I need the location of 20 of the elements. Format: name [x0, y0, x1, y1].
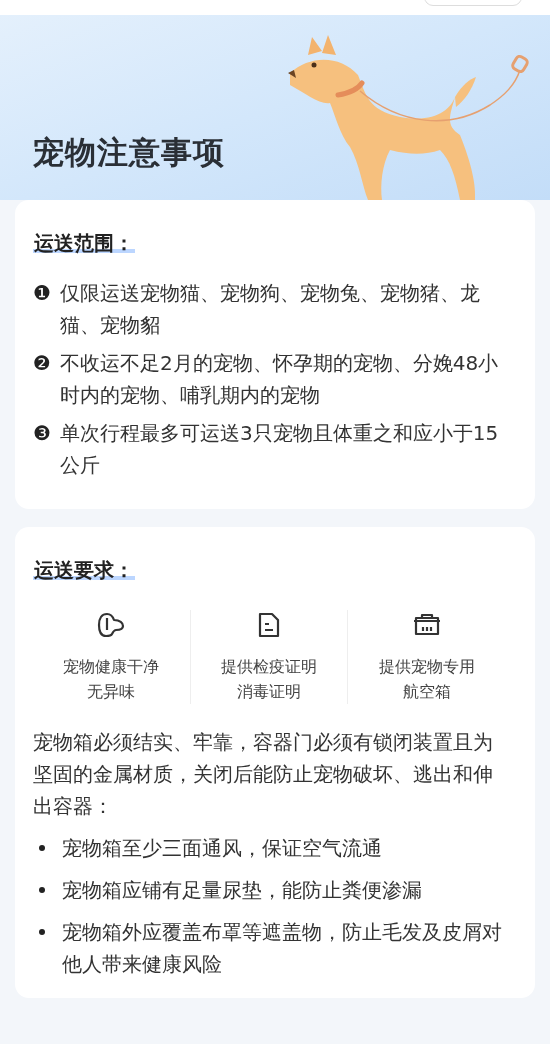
bullet-text: 宠物箱至少三面通风，保证空气流通 — [62, 835, 382, 862]
feature-label: 提供检疫证明消毒证明 — [220, 656, 318, 703]
section-title: 运送范围： — [33, 230, 135, 257]
bullet-icon — [39, 887, 45, 893]
rule-text: 单次行程最多可运送3只宠物且体重之和应小于15公斤 — [59, 420, 500, 479]
bullet-text: 宠物箱应铺有足量尿垫，能防止粪便渗漏 — [62, 877, 422, 904]
number-marker: ❶ — [33, 280, 51, 307]
rule-text: 不收运不足2月的宠物、怀孕期的宠物、分娩48小时内的宠物、哺乳期内的宠物 — [59, 350, 500, 409]
bullet-icon — [39, 929, 45, 935]
feature-label: 提供宠物专用航空箱 — [377, 656, 476, 703]
page-title: 宠物注意事项 — [33, 133, 225, 172]
section-title: 运送要求： — [33, 557, 135, 584]
bullet-text: 宠物箱外应覆盖布罩等遮盖物，防止毛发及皮屑对他人带来健康风险 — [62, 919, 503, 978]
rule-text: 仅限运送宠物猫、宠物狗、宠物兔、宠物猪、龙猫、宠物貂 — [59, 280, 481, 339]
bullet-icon — [39, 845, 45, 851]
feature-label: 宠物健康干净无异味 — [62, 656, 161, 703]
description-text: 宠物箱必须结实、牢靠，容器门必须有锁闭装置且为坚固的金属材质，关闭后能防止宠物破坏、逃出和伸出容器： — [33, 729, 494, 820]
number-marker: ❸ — [33, 420, 51, 447]
dog-head-icon — [96, 610, 127, 640]
number-marker: ❷ — [33, 350, 51, 377]
